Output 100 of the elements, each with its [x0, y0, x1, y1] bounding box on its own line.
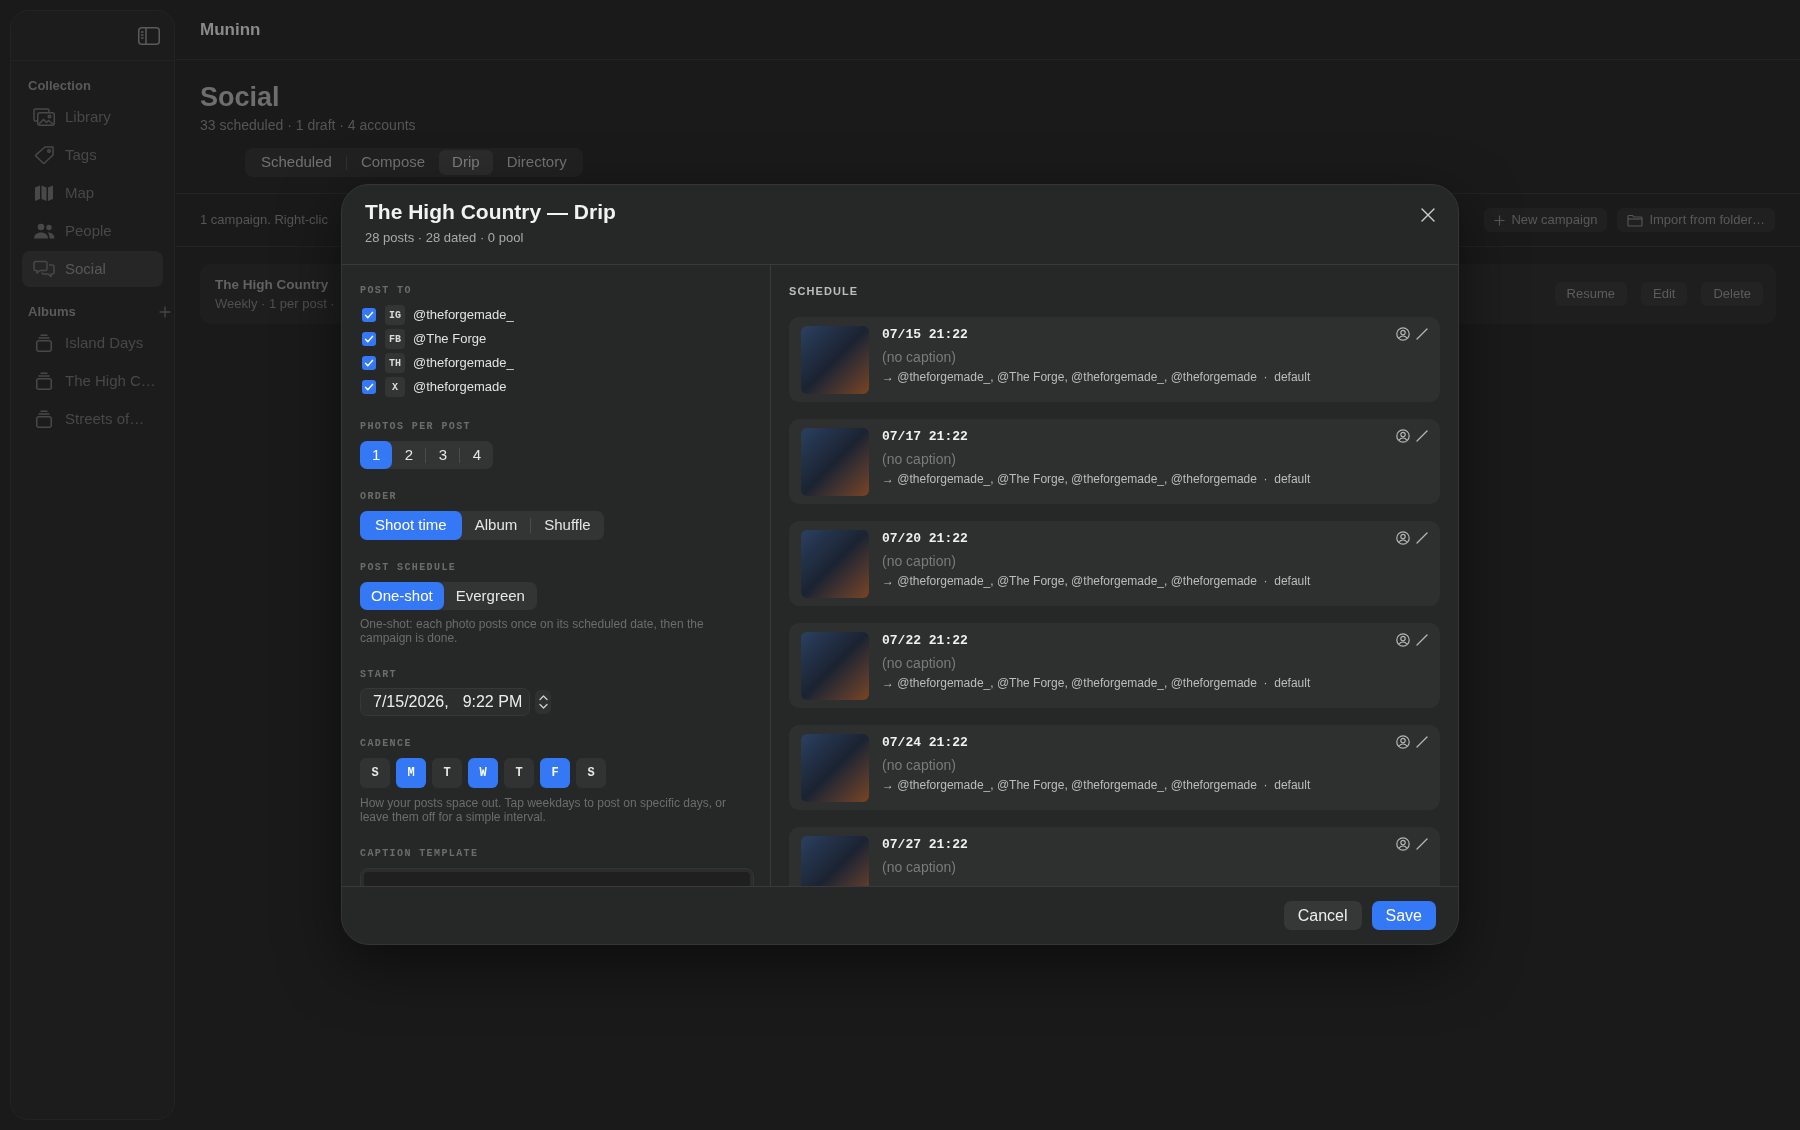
- pencil-icon[interactable]: [1416, 430, 1428, 442]
- map-icon: [33, 184, 55, 202]
- post-date: 07/27 21:22: [882, 836, 968, 854]
- post-caption: (no caption): [882, 756, 957, 775]
- weekday-toggle[interactable]: M: [396, 758, 426, 788]
- checkbox[interactable]: [362, 332, 376, 346]
- section-label: CADENCE: [360, 738, 413, 750]
- section-label: POST TO: [360, 285, 413, 297]
- photo-placeholder: [801, 734, 869, 802]
- plus-icon: [1494, 214, 1506, 226]
- time-stepper[interactable]: [535, 690, 551, 714]
- toolbar-button[interactable]: New campaign: [1484, 208, 1608, 232]
- account-handle: @theforgemade_: [413, 306, 514, 325]
- weekday-toggle[interactable]: T: [504, 758, 534, 788]
- section-label: SCHEDULE: [789, 284, 860, 298]
- person-circle-icon[interactable]: [1396, 531, 1410, 545]
- post-caption: (no caption): [882, 552, 957, 571]
- photos-per-post-option[interactable]: 2: [392, 441, 426, 469]
- weekday-toggle[interactable]: T: [432, 758, 462, 788]
- tab[interactable]: Directory: [492, 150, 581, 175]
- folder-icon: [1627, 213, 1644, 227]
- chevron-up-down-icon: [538, 694, 548, 710]
- photo-placeholder: [801, 632, 869, 700]
- post-date: 07/22 21:22: [882, 632, 969, 650]
- weekday-toggle[interactable]: S: [576, 758, 606, 788]
- pencil-icon[interactable]: [1416, 838, 1428, 850]
- schedule-type-option[interactable]: One-shot: [360, 582, 444, 610]
- campaign-title: The High Country: [215, 276, 330, 294]
- photo-placeholder: [801, 326, 869, 394]
- weekday-toggle[interactable]: S: [360, 758, 390, 788]
- post-targets: → @theforgemade_, @The Forge, @theforgemade_, @theforgemade · default: [882, 777, 1311, 793]
- campaign-action-button[interactable]: Edit: [1641, 282, 1688, 306]
- pencil-icon[interactable]: [1416, 328, 1428, 340]
- sidebar-toggle-icon[interactable]: [138, 26, 160, 45]
- order-option[interactable]: Shuffle: [531, 511, 604, 540]
- info-text: 1 campaign. Right-clic: [200, 211, 328, 230]
- page-subtitle: 33 scheduled · 1 draft · 4 accounts: [200, 116, 417, 134]
- toolbar-button[interactable]: Import from folder…: [1617, 208, 1775, 232]
- account-handle: @theforgemade: [413, 378, 507, 397]
- weekday-toggle[interactable]: W: [468, 758, 498, 788]
- dialog-subtitle: 28 posts · 28 dated · 0 pool: [365, 229, 525, 247]
- photo-placeholder: [801, 836, 869, 886]
- app-title: Muninn: [200, 18, 261, 41]
- chat-bubbles-icon: [33, 260, 55, 278]
- schedule-type-option[interactable]: Evergreen: [443, 582, 537, 610]
- date-time-field[interactable]: 7/15/2026, 9:22 PM: [360, 688, 530, 716]
- checkbox[interactable]: [362, 380, 376, 394]
- tab[interactable]: Compose: [346, 150, 440, 175]
- photos-per-post-option[interactable]: 4: [460, 441, 494, 469]
- tab[interactable]: Scheduled: [247, 150, 346, 175]
- post-date: 07/17 21:22: [882, 428, 969, 446]
- section-label: POST SCHEDULE: [360, 562, 458, 574]
- album-stack-icon: [33, 372, 55, 390]
- photos-per-post-option[interactable]: 1: [360, 441, 393, 469]
- pencil-icon[interactable]: [1416, 532, 1428, 544]
- order-option[interactable]: Shoot time: [360, 511, 462, 540]
- post-date: 07/24 21:22: [882, 734, 969, 752]
- person-circle-icon[interactable]: [1396, 633, 1410, 647]
- network-badge: IG: [385, 305, 405, 325]
- person-circle-icon[interactable]: [1396, 837, 1410, 851]
- person-circle-icon[interactable]: [1396, 327, 1410, 341]
- checkbox[interactable]: [362, 308, 376, 322]
- section-label: ORDER: [360, 491, 398, 503]
- post-targets: → @theforgemade_, @The Forge, @theforgemade_, @theforgemade · default: [882, 675, 1311, 691]
- album-stack-icon: [33, 410, 55, 428]
- pencil-icon[interactable]: [1416, 634, 1428, 646]
- account-handle: @The Forge: [413, 330, 487, 349]
- help-text: One-shot: each photo posts once on its scheduled date, then the campaign is done.: [360, 617, 705, 645]
- post-caption: (no caption): [882, 654, 957, 673]
- post-caption: (no caption): [882, 348, 957, 367]
- account-handle: @theforgemade_: [413, 354, 514, 373]
- photo-placeholder: [801, 530, 869, 598]
- post-caption: (no caption): [882, 858, 957, 877]
- network-badge: FB: [385, 329, 405, 349]
- save-button[interactable]: Save: [1371, 901, 1436, 930]
- post-targets: → @theforgemade_, @The Forge, @theforgemade_, @theforgemade · default: [882, 471, 1311, 487]
- cancel-button[interactable]: Cancel: [1283, 901, 1362, 930]
- post-caption: (no caption): [882, 450, 957, 469]
- section-label: PHOTOS PER POST: [360, 421, 472, 433]
- photos-per-post-option[interactable]: 3: [426, 441, 460, 469]
- tab[interactable]: Drip: [439, 150, 493, 175]
- checkbox[interactable]: [362, 356, 376, 370]
- person-circle-icon[interactable]: [1396, 735, 1410, 749]
- post-targets: → @theforgemade_, @The Forge, @theforgemade_, @theforgemade · default: [882, 369, 1311, 385]
- tag-icon: [33, 146, 55, 164]
- section-label: START: [360, 669, 398, 681]
- order-option[interactable]: Album: [461, 511, 531, 540]
- photo-placeholder: [801, 428, 869, 496]
- people-icon: [33, 222, 55, 240]
- post-date: 07/15 21:22: [882, 326, 969, 344]
- photos-icon: [33, 108, 55, 126]
- weekday-toggle[interactable]: F: [540, 758, 570, 788]
- help-text: How your posts space out. Tap weekdays to post on specific days, or leave them off for a simple interval.: [360, 796, 727, 824]
- pencil-icon[interactable]: [1416, 736, 1428, 748]
- section-title: Albums: [28, 304, 76, 320]
- person-circle-icon[interactable]: [1396, 429, 1410, 443]
- close-icon[interactable]: [1421, 208, 1435, 222]
- album-stack-icon: [33, 334, 55, 352]
- campaign-action-button[interactable]: Delete: [1701, 282, 1763, 306]
- campaign-action-button[interactable]: Resume: [1554, 282, 1627, 306]
